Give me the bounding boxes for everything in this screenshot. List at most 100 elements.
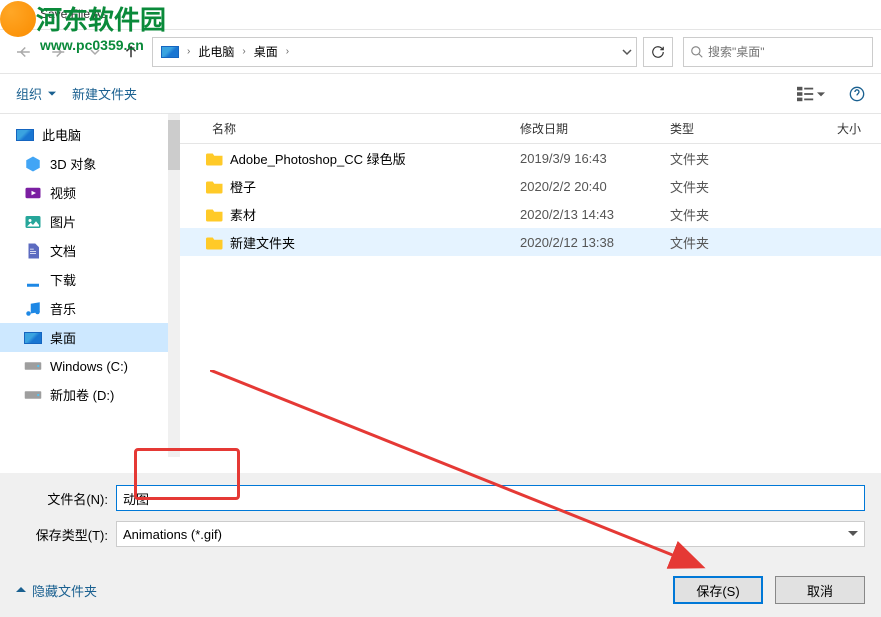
arrow-left-icon <box>14 43 32 61</box>
chevron-down-icon <box>90 47 100 57</box>
file-date: 2020/2/13 14:43 <box>510 207 660 222</box>
drive-icon <box>24 386 42 404</box>
help-icon <box>849 86 865 102</box>
toolbar: 组织 新建文件夹 <box>0 74 881 114</box>
folder-icon <box>206 206 224 222</box>
sidebar-item-label: 新加卷 (D:) <box>50 385 114 404</box>
chevron-right-icon: › <box>183 46 194 57</box>
filetype-label: 保存类型(T): <box>16 525 116 544</box>
col-name[interactable]: 名称 <box>180 114 510 143</box>
arrow-right-icon <box>50 43 68 61</box>
file-row[interactable]: Adobe_Photoshop_CC 绿色版 2019/3/9 16:43文件夹 <box>180 144 881 172</box>
refresh-icon <box>651 45 665 59</box>
file-row[interactable]: 新建文件夹 2020/2/12 13:38文件夹 <box>180 228 881 256</box>
save-button[interactable]: 保存(S) <box>673 576 763 604</box>
chevron-down-icon <box>848 529 858 539</box>
sidebar-item-label: 音乐 <box>50 299 76 318</box>
folder-icon <box>206 150 224 166</box>
music-icon <box>24 300 42 318</box>
up-button[interactable] <box>116 38 146 66</box>
file-name: Adobe_Photoshop_CC 绿色版 <box>230 149 406 168</box>
filetype-select[interactable]: Animations (*.gif) <box>116 521 865 547</box>
help-button[interactable] <box>849 86 865 102</box>
sidebar: 此电脑 3D 对象视频图片文档下载音乐桌面 Windows (C:) 新加卷 (D:) <box>0 114 180 457</box>
arrow-up-icon <box>122 43 140 61</box>
file-type: 文件夹 <box>660 177 810 196</box>
sidebar-item[interactable]: 文档 <box>0 236 180 265</box>
chevron-down-icon[interactable] <box>622 47 632 57</box>
filename-label: 文件名(N): <box>16 489 116 508</box>
breadcrumb-folder[interactable]: 桌面 <box>250 43 282 60</box>
sidebar-item-label: 文档 <box>50 241 76 260</box>
pc-icon <box>16 126 34 144</box>
history-dropdown[interactable] <box>80 38 110 66</box>
col-size[interactable]: 大小 <box>810 114 881 143</box>
sidebar-item[interactable]: 音乐 <box>0 294 180 323</box>
sidebar-item[interactable]: 新加卷 (D:) <box>0 380 180 409</box>
file-date: 2020/2/2 20:40 <box>510 179 660 194</box>
body: 此电脑 3D 对象视频图片文档下载音乐桌面 Windows (C:) 新加卷 (D:)… <box>0 114 881 457</box>
pc-icon <box>161 46 179 58</box>
chevron-right-icon: › <box>282 46 293 57</box>
form-area: 文件名(N): 保存类型(T): Animations (*.gif) <box>0 473 881 563</box>
col-date[interactable]: 修改日期 <box>510 114 660 143</box>
file-type: 文件夹 <box>660 233 810 252</box>
cancel-button[interactable]: 取消 <box>775 576 865 604</box>
sidebar-item[interactable]: 此电脑 <box>0 120 180 149</box>
folder-icon <box>206 234 224 250</box>
drive-icon <box>24 357 42 375</box>
action-bar: 隐藏文件夹 保存(S) 取消 <box>0 563 881 617</box>
view-options-button[interactable] <box>797 86 825 102</box>
sidebar-item-label: 3D 对象 <box>50 154 96 173</box>
column-headers[interactable]: 名称 修改日期 类型 大小 <box>180 114 881 144</box>
video-icon <box>24 184 42 202</box>
chevron-up-icon <box>16 585 26 595</box>
file-type: 文件夹 <box>660 205 810 224</box>
new-folder-button[interactable]: 新建文件夹 <box>72 84 137 103</box>
refresh-button[interactable] <box>643 37 673 67</box>
hide-folders-link[interactable]: 隐藏文件夹 <box>16 581 661 600</box>
3d-icon <box>24 155 42 173</box>
filename-field[interactable] <box>116 485 865 511</box>
sidebar-item[interactable]: 下载 <box>0 265 180 294</box>
desktop-icon <box>24 329 42 347</box>
address-bar[interactable]: › 此电脑 › 桌面 › <box>152 37 637 67</box>
breadcrumb-root[interactable]: 此电脑 <box>194 43 238 60</box>
doc-icon <box>24 242 42 260</box>
sidebar-item-label: 图片 <box>50 212 76 231</box>
sidebar-item[interactable]: 图片 <box>0 207 180 236</box>
chevron-right-icon: › <box>238 46 249 57</box>
file-row[interactable]: 素材 2020/2/13 14:43文件夹 <box>180 200 881 228</box>
sidebar-item[interactable]: Windows (C:) <box>0 352 180 380</box>
sidebar-item[interactable]: 桌面 <box>0 323 180 352</box>
sidebar-item-label: 视频 <box>50 183 76 202</box>
forward-button[interactable] <box>44 38 74 66</box>
organize-button[interactable]: 组织 <box>16 84 56 103</box>
back-button[interactable] <box>8 38 38 66</box>
picture-icon <box>24 213 42 231</box>
file-name: 新建文件夹 <box>230 233 295 252</box>
sidebar-scrollbar[interactable] <box>168 114 180 457</box>
file-date: 2020/2/12 13:38 <box>510 235 660 250</box>
file-date: 2019/3/9 16:43 <box>510 151 660 166</box>
title-bar: Save File As <box>0 0 881 30</box>
sidebar-item-label: Windows (C:) <box>50 359 128 374</box>
col-type[interactable]: 类型 <box>660 114 810 143</box>
folder-icon <box>206 178 224 194</box>
dialog-title: Save File As <box>40 7 107 21</box>
sidebar-item[interactable]: 3D 对象 <box>0 149 180 178</box>
search-box[interactable] <box>683 37 873 67</box>
file-list: 名称 修改日期 类型 大小 Adobe_Photoshop_CC 绿色版 2019… <box>180 114 881 457</box>
sidebar-item[interactable]: 视频 <box>0 178 180 207</box>
chevron-down-icon <box>817 86 825 102</box>
file-type: 文件夹 <box>660 149 810 168</box>
view-list-icon <box>797 86 815 102</box>
file-row[interactable]: 橙子 2020/2/2 20:40文件夹 <box>180 172 881 200</box>
sidebar-item-label: 下载 <box>50 270 76 289</box>
nav-bar: › 此电脑 › 桌面 › <box>0 30 881 74</box>
sidebar-item-label: 此电脑 <box>42 125 81 144</box>
file-name: 橙子 <box>230 177 256 196</box>
search-input[interactable] <box>708 45 866 59</box>
file-name: 素材 <box>230 205 256 224</box>
download-icon <box>24 271 42 289</box>
